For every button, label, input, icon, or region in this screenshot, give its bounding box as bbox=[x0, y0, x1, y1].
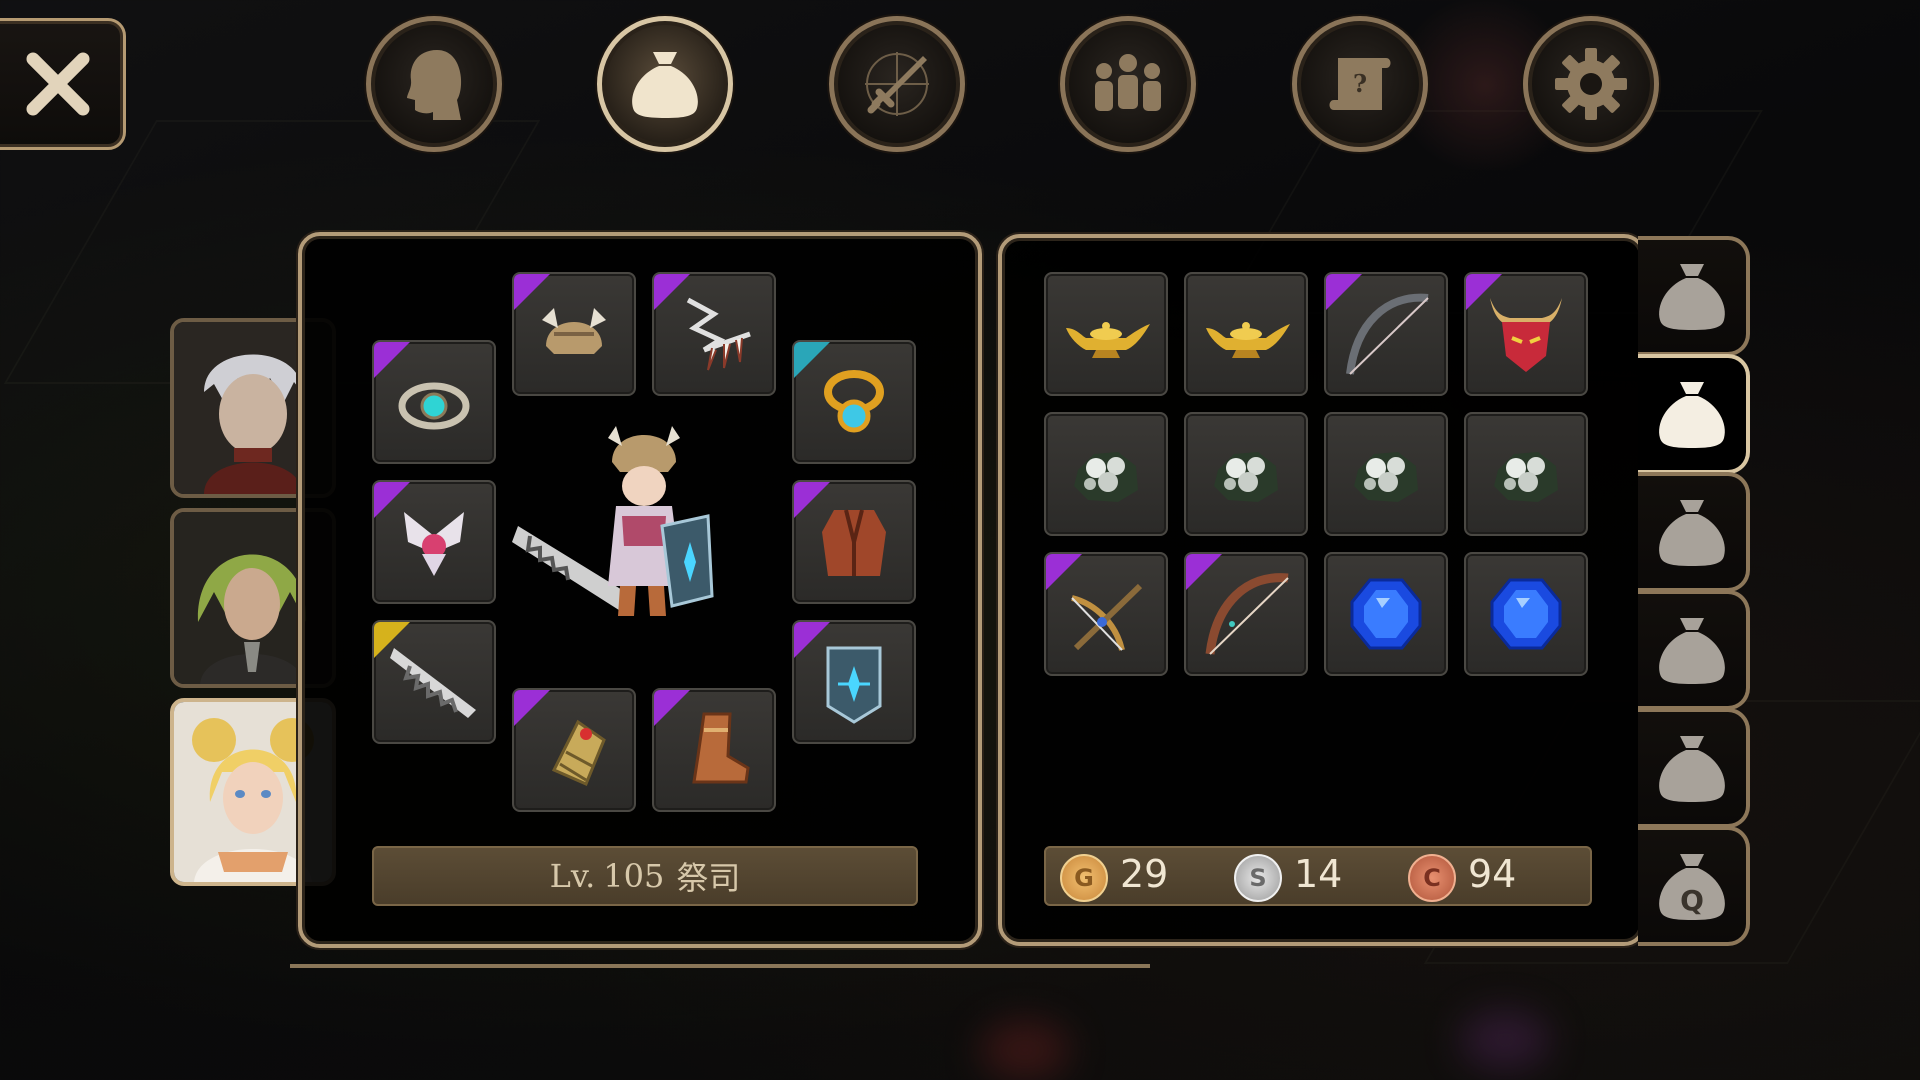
equip-slot-shield[interactable] bbox=[792, 620, 916, 744]
gold-amount: 29 bbox=[1120, 852, 1169, 896]
crystal-shield-icon bbox=[826, 646, 882, 724]
ore-stone-icon bbox=[1074, 452, 1138, 502]
panel-divider bbox=[290, 964, 1150, 968]
inventory-slot[interactable] bbox=[1184, 412, 1308, 536]
equip-slot-helmet[interactable] bbox=[512, 272, 636, 396]
inventory-panel bbox=[998, 234, 1646, 946]
cyan-gem-ring-icon bbox=[398, 382, 470, 430]
silver-coin-icon: S bbox=[1234, 854, 1282, 902]
character-model bbox=[512, 426, 714, 616]
close-button[interactable] bbox=[0, 18, 126, 150]
inventory-slot[interactable] bbox=[1324, 552, 1448, 676]
bag-icon bbox=[1659, 618, 1725, 684]
bag-icon bbox=[1659, 382, 1725, 448]
bag-tab-2[interactable] bbox=[1638, 354, 1750, 474]
bag-tab-3[interactable] bbox=[1638, 472, 1750, 592]
inventory-slot[interactable] bbox=[1324, 272, 1448, 396]
sapphire-gem-icon bbox=[1350, 578, 1422, 650]
winged-amulet-icon bbox=[404, 512, 464, 576]
level-value: 105 bbox=[603, 857, 665, 895]
quest-bag-tab[interactable]: Q bbox=[1638, 826, 1750, 946]
crossbow-icon bbox=[1071, 583, 1143, 651]
equip-slot-necklace[interactable] bbox=[652, 272, 776, 396]
svg-text:?: ? bbox=[1353, 69, 1367, 98]
equip-slot-ring-left[interactable] bbox=[372, 340, 496, 464]
equipment-panel: Lv. 105 祭司 bbox=[298, 232, 982, 948]
demon-mask-icon bbox=[1490, 298, 1562, 372]
inventory-slot[interactable] bbox=[1044, 552, 1168, 676]
settings-gear-icon bbox=[1555, 48, 1627, 120]
gold-ring-icon bbox=[824, 370, 884, 433]
class-name: 祭司 bbox=[676, 859, 741, 897]
golden-lamp-icon bbox=[1206, 322, 1290, 358]
inventory-slot[interactable] bbox=[1044, 412, 1168, 536]
bag-tab-4[interactable] bbox=[1638, 590, 1750, 710]
inventory-slot[interactable] bbox=[1184, 552, 1308, 676]
character-head-icon bbox=[407, 50, 462, 120]
tab-inventory[interactable] bbox=[597, 16, 733, 152]
level-class-bar: Lv. 105 祭司 bbox=[372, 846, 918, 906]
quest-scroll-icon: ? bbox=[1329, 58, 1391, 110]
dark-bow-icon bbox=[1346, 293, 1429, 375]
inventory-slot[interactable] bbox=[1324, 412, 1448, 536]
combat-sword-icon bbox=[865, 52, 929, 116]
tab-party[interactable] bbox=[1060, 16, 1196, 152]
equip-slot-amulet[interactable] bbox=[372, 480, 496, 604]
wooden-bow-icon bbox=[1205, 573, 1289, 655]
bag-tab-1[interactable] bbox=[1638, 236, 1750, 356]
party-members-icon bbox=[1095, 54, 1161, 111]
equip-slot-ring-right[interactable] bbox=[792, 340, 916, 464]
tab-settings[interactable] bbox=[1523, 16, 1659, 152]
inventory-slot[interactable] bbox=[1464, 412, 1588, 536]
bag-tab-5[interactable] bbox=[1638, 708, 1750, 828]
fang-necklace-icon bbox=[686, 297, 751, 371]
silver-amount: 14 bbox=[1294, 852, 1343, 896]
inventory-bag-icon bbox=[632, 52, 698, 118]
equip-slot-weapon[interactable] bbox=[372, 620, 496, 744]
close-icon bbox=[26, 52, 90, 116]
bag-icon bbox=[1659, 736, 1725, 802]
equip-slot-boots[interactable] bbox=[652, 688, 776, 812]
bag-icon bbox=[1659, 264, 1725, 330]
quest-bag-label: Q bbox=[1680, 884, 1704, 917]
bag-icon bbox=[1659, 500, 1725, 566]
inventory-slot[interactable] bbox=[1464, 552, 1588, 676]
tab-character[interactable] bbox=[366, 16, 502, 152]
tab-combat[interactable] bbox=[829, 16, 965, 152]
gold-coin-icon: G bbox=[1060, 854, 1108, 902]
boots-icon bbox=[692, 712, 750, 784]
sapphire-gem-icon bbox=[1490, 578, 1562, 650]
equip-slot-armor[interactable] bbox=[792, 480, 916, 604]
inventory-slot[interactable] bbox=[1184, 272, 1308, 396]
leather-armor-icon bbox=[822, 509, 886, 576]
golden-lamp-icon bbox=[1066, 322, 1150, 358]
gauntlet-icon bbox=[551, 719, 606, 786]
inventory-slot[interactable] bbox=[1464, 272, 1588, 396]
quest-bag-icon: Q bbox=[1659, 854, 1725, 920]
ore-stone-icon bbox=[1214, 452, 1278, 502]
copper-coin-icon: C bbox=[1408, 854, 1456, 902]
inventory-slot[interactable] bbox=[1044, 272, 1168, 396]
level-prefix: Lv. bbox=[549, 857, 596, 895]
currency-bar: G 29 S 14 C 94 bbox=[1044, 846, 1592, 906]
ore-stone-icon bbox=[1494, 452, 1558, 502]
equip-slot-gloves[interactable] bbox=[512, 688, 636, 812]
ore-stone-icon bbox=[1354, 452, 1418, 502]
tab-quest[interactable]: ? bbox=[1292, 16, 1428, 152]
copper-amount: 94 bbox=[1468, 852, 1517, 896]
serrated-sword-icon bbox=[390, 648, 476, 718]
winged-helmet-icon bbox=[542, 308, 606, 354]
